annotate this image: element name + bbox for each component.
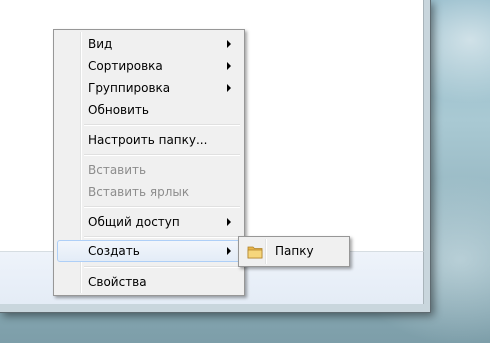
menu-item-customize-folder[interactable]: Настроить папку... <box>57 129 241 151</box>
menu-item-label: Вид <box>88 37 113 51</box>
menu-item-label: Создать <box>88 244 140 258</box>
submenu-arrow-icon <box>227 247 231 255</box>
submenu-arrow-icon <box>227 218 231 226</box>
menu-item-label: Обновить <box>88 103 149 117</box>
menu-item-label: Сортировка <box>88 59 163 73</box>
menu-item-label: Общий доступ <box>88 215 180 229</box>
menu-item-label: Группировка <box>88 81 171 95</box>
menu-item-paste-shortcut[interactable]: Вставить ярлык <box>57 181 241 203</box>
menu-item-refresh[interactable]: Обновить <box>57 99 241 121</box>
menu-item-label: Настроить папку... <box>88 133 208 147</box>
menu-item-sort[interactable]: Сортировка <box>57 55 241 77</box>
menu-item-label: Вставить ярлык <box>88 185 190 199</box>
menu-separator <box>84 266 240 268</box>
menu-item-label: Вставить <box>88 163 147 177</box>
menu-separator <box>84 236 240 238</box>
new-submenu: Папку <box>238 236 350 267</box>
context-menu: Вид Сортировка Группировка Обновить Наст… <box>53 29 245 296</box>
menu-item-group[interactable]: Группировка <box>57 77 241 99</box>
menu-item-label: Свойства <box>88 275 147 289</box>
menu-item-share[interactable]: Общий доступ <box>57 211 241 233</box>
menu-separator <box>84 206 240 208</box>
menu-item-new[interactable]: Создать <box>57 240 241 262</box>
menu-separator <box>84 154 240 156</box>
submenu-item-new-folder[interactable]: Папку <box>242 240 346 262</box>
menu-separator <box>84 124 240 126</box>
submenu-arrow-icon <box>227 40 231 48</box>
menu-item-paste[interactable]: Вставить <box>57 159 241 181</box>
folder-icon <box>247 244 263 259</box>
submenu-arrow-icon <box>227 84 231 92</box>
menu-item-view[interactable]: Вид <box>57 33 241 55</box>
menu-item-properties[interactable]: Свойства <box>57 271 241 293</box>
submenu-arrow-icon <box>227 62 231 70</box>
submenu-item-label: Папку <box>275 244 314 258</box>
